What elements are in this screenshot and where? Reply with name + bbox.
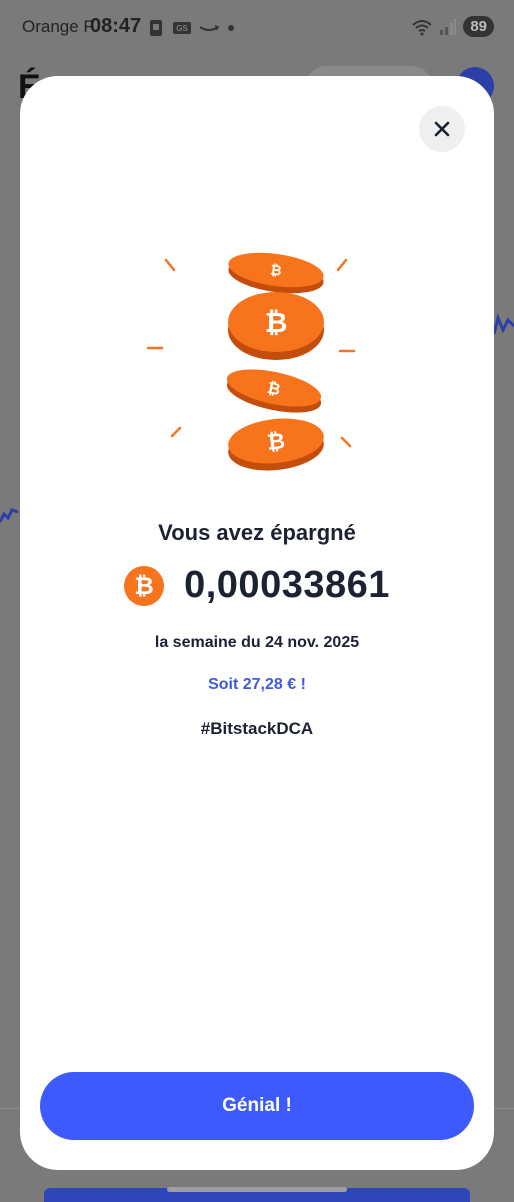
close-button[interactable] <box>419 106 465 152</box>
close-icon <box>434 121 450 137</box>
coin-4: ₿ <box>228 418 324 471</box>
hashtag: #BitstackDCA <box>200 719 314 738</box>
bitcoin-coins-illustration: ₿ ₿ ₿ ₿ <box>146 252 356 471</box>
home-indicator[interactable] <box>167 1187 347 1192</box>
amount-row: ₿ 0,00033861 <box>20 564 494 607</box>
btc-amount: 0,00033861 <box>184 564 390 606</box>
savings-headline: Vous avez épargné <box>158 520 356 545</box>
svg-text:₿: ₿ <box>134 573 154 600</box>
bitcoin-icon: ₿ <box>124 565 165 606</box>
coin-2: ₿ <box>228 292 324 360</box>
svg-text:₿: ₿ <box>265 307 288 338</box>
fiat-equivalent: Soit 27,28 € ! <box>208 676 306 693</box>
svg-text:₿: ₿ <box>269 261 283 278</box>
week-label: la semaine du 24 nov. 2025 <box>154 634 360 651</box>
coin-3: ₿ <box>226 369 322 413</box>
coin-1: ₿ <box>228 252 324 294</box>
savings-modal: ₿ ₿ ₿ ₿ Vous avez épargné ₿ 0,00033861 l… <box>20 76 494 1170</box>
genial-button[interactable]: Génial ! <box>40 1072 474 1140</box>
svg-text:₿: ₿ <box>266 428 286 455</box>
